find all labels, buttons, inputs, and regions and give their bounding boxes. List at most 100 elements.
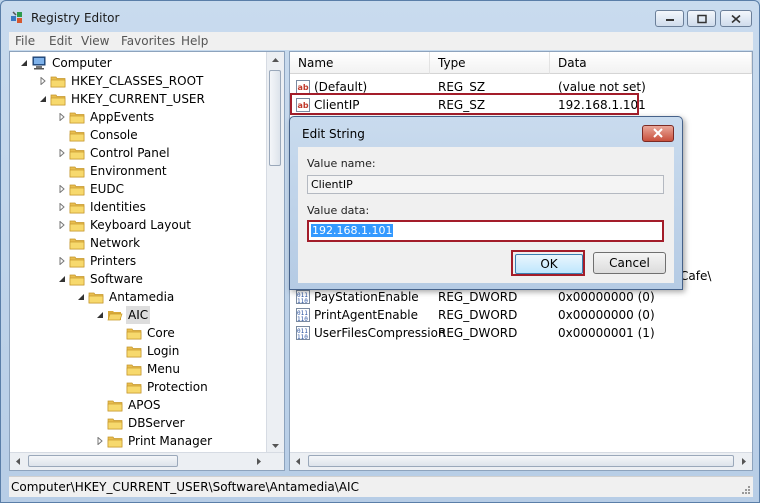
tree-horizontal-scroll-thumb[interactable] [28, 455, 178, 467]
minimize-button[interactable] [655, 10, 684, 27]
value-row[interactable]: 011 110 PrintAgentEnable REG_DWORD 0x0000000… [290, 306, 752, 324]
folder-icon [107, 418, 123, 430]
collapsed-arrow-icon[interactable] [58, 221, 66, 229]
folder-icon [50, 94, 66, 106]
menu-edit[interactable]: Edit [49, 34, 72, 48]
tree-item[interactable]: HKEY_CLASSES_ROOT [10, 72, 268, 90]
scroll-up-arrow-icon[interactable] [267, 52, 284, 69]
tree-item-label: Network [90, 236, 141, 250]
menu-bar: File Edit View Favorites Help [9, 32, 753, 50]
menu-view[interactable]: View [81, 34, 109, 48]
folder-icon [69, 166, 85, 178]
tree-vertical-scroll-thumb[interactable] [269, 70, 281, 166]
tree-item[interactable]: Identities [10, 198, 268, 216]
tree-item[interactable]: HKEY_CURRENT_USER [10, 90, 268, 108]
tree-horizontal-scrollbar[interactable] [10, 452, 284, 470]
close-button[interactable] [720, 10, 752, 27]
close-icon [731, 14, 741, 23]
menu-help[interactable]: Help [181, 34, 208, 48]
edit-string-dialog: Edit String Value name: ClientIP Value d… [289, 116, 683, 290]
value-data-cell: 0x00000001 (1) [558, 326, 655, 340]
value-type-cell: REG_DWORD [438, 308, 518, 322]
scroll-right-arrow-icon[interactable] [735, 453, 752, 470]
expanded-arrow-icon[interactable] [20, 59, 28, 67]
tree-item-label: Control Panel [90, 146, 170, 160]
tree-item[interactable]: Menu [10, 360, 268, 378]
tree-item-label: AIC [126, 306, 151, 324]
expanded-arrow-icon[interactable] [77, 293, 85, 301]
tree-item[interactable]: Software [10, 270, 268, 288]
tree-item[interactable]: AppEvents [10, 108, 268, 126]
tree-item[interactable]: AIC [10, 306, 268, 324]
tree-item-label: DBServer [128, 416, 185, 430]
tree-item[interactable]: Core [10, 324, 268, 342]
tree-item[interactable]: DBServer [10, 414, 268, 432]
column-header-data[interactable]: Data [550, 52, 752, 74]
binary-value-icon: 011110 [296, 326, 310, 340]
tree-vertical-scrollbar[interactable] [266, 52, 284, 454]
value-type-cell: REG_DWORD [438, 290, 518, 304]
folder-icon [126, 328, 142, 340]
scroll-right-arrow-icon[interactable] [250, 453, 267, 470]
tree-item[interactable]: Environment [10, 162, 268, 180]
value-data-input[interactable]: 192.168.1.101 [307, 220, 664, 242]
expanded-arrow-icon[interactable] [58, 275, 66, 283]
tree-item-label: EUDC [90, 182, 124, 196]
tree-item-label: APOS [128, 398, 161, 412]
list-horizontal-scrollbar[interactable] [290, 452, 752, 470]
tree-item-label: HKEY_CURRENT_USER [71, 92, 205, 106]
collapsed-arrow-icon[interactable] [39, 77, 47, 85]
folder-icon [69, 148, 85, 160]
menu-file[interactable]: File [15, 34, 35, 48]
tree-item-label: AppEvents [90, 110, 155, 124]
column-header-name[interactable]: Name [290, 52, 430, 74]
tree-item-label: Environment [90, 164, 167, 178]
tree-item[interactable]: APOS [10, 396, 268, 414]
collapsed-arrow-icon[interactable] [58, 113, 66, 121]
dialog-close-button[interactable] [642, 125, 674, 142]
tree-item-label: Protection [147, 380, 208, 394]
binary-value-icon: 011110 [296, 290, 310, 304]
tree-item[interactable]: Printers [10, 252, 268, 270]
tree-item[interactable]: Network [10, 234, 268, 252]
collapsed-arrow-icon[interactable] [58, 185, 66, 193]
tree-item[interactable]: Control Panel [10, 144, 268, 162]
expanded-arrow-icon[interactable] [96, 311, 104, 319]
collapsed-arrow-icon[interactable] [96, 437, 104, 445]
resize-grip-icon[interactable] [739, 483, 751, 495]
maximize-button[interactable] [687, 10, 716, 27]
tree-item[interactable]: Login [10, 342, 268, 360]
menu-favorites[interactable]: Favorites [121, 34, 175, 48]
value-row[interactable]: 011 110 PayStationEnable REG_DWORD 0x0000000… [290, 288, 752, 306]
title-bar[interactable]: Registry Editor [1, 1, 759, 31]
value-name-cell: PayStationEnable [314, 290, 419, 304]
scroll-left-arrow-icon[interactable] [290, 453, 307, 470]
tree-item[interactable]: Keyboard Layout [10, 216, 268, 234]
value-data-label: Value data: [307, 204, 370, 217]
folder-icon [107, 436, 123, 448]
column-header-type[interactable]: Type [430, 52, 550, 74]
tree-item[interactable]: Print Manager [10, 432, 268, 450]
tree-item-label: Printers [90, 254, 137, 268]
collapsed-arrow-icon[interactable] [58, 149, 66, 157]
tree-item[interactable]: Computer [10, 54, 268, 72]
tree-item[interactable]: Console [10, 126, 268, 144]
tree-item[interactable]: EUDC [10, 180, 268, 198]
dialog-title: Edit String [302, 127, 365, 141]
collapsed-arrow-icon[interactable] [58, 203, 66, 211]
folder-icon [69, 256, 85, 268]
folder-icon [69, 274, 85, 286]
expanded-arrow-icon[interactable] [39, 95, 47, 103]
tree-item[interactable]: Protection [10, 378, 268, 396]
key-tree-pane[interactable]: Computer HKEY_CLASSES_ROOT HKEY_CURRENT_US… [9, 51, 285, 471]
tree-item[interactable]: Antamedia [10, 288, 268, 306]
cancel-button[interactable]: Cancel [593, 252, 666, 274]
list-horizontal-scroll-thumb[interactable] [308, 455, 734, 467]
collapsed-arrow-icon[interactable] [58, 257, 66, 265]
maximize-icon [696, 14, 707, 23]
value-row[interactable]: 011 110 UserFilesCompression REG_DWORD 0x000… [290, 324, 752, 342]
folder-icon [50, 76, 66, 88]
ok-button[interactable]: OK [515, 254, 583, 274]
folder-icon [69, 184, 85, 196]
scroll-left-arrow-icon[interactable] [10, 453, 27, 470]
